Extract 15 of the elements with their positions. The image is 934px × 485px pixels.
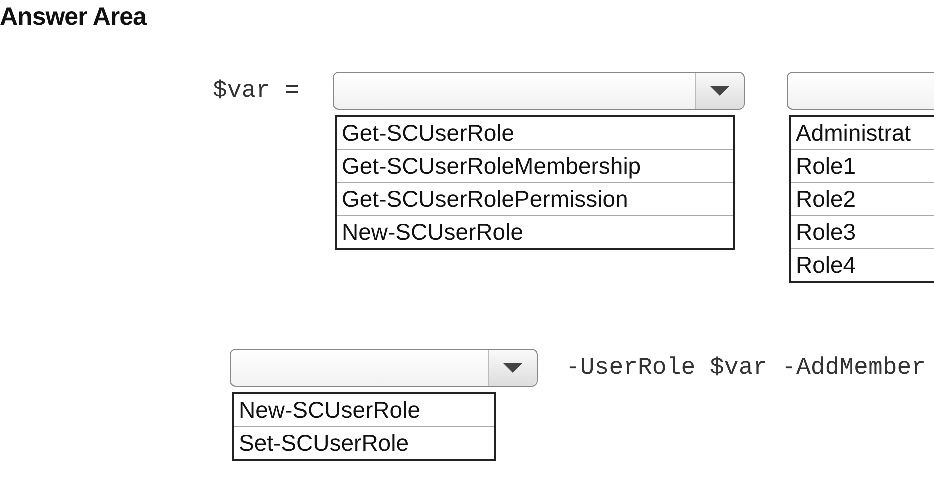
dropdown-option[interactable]: Get-SCUserRole xyxy=(337,117,733,150)
dropdown-option[interactable]: Get-SCUserRolePermission xyxy=(337,183,733,216)
dropdown-option[interactable]: Role2 xyxy=(791,183,934,216)
code-text: $var = xyxy=(213,77,300,107)
dropdown[interactable] xyxy=(787,72,934,110)
dropdown-option[interactable]: Get-SCUserRoleMembership xyxy=(337,150,733,183)
answer-area-heading: Answer Area xyxy=(0,2,146,32)
dropdown-option[interactable]: New-SCUserRole xyxy=(337,216,733,248)
code-text: -UserRole $var -AddMember xyxy=(566,354,926,384)
dropdown-option[interactable]: Role3 xyxy=(791,216,934,249)
dropdown-option[interactable]: Administrat xyxy=(791,117,934,150)
dropdown-option[interactable]: New-SCUserRole xyxy=(234,394,494,427)
dropdown-option[interactable]: Role4 xyxy=(791,249,934,281)
dropdown-option[interactable]: Role1 xyxy=(791,150,934,183)
dropdown-option[interactable]: Set-SCUserRole xyxy=(234,427,494,459)
